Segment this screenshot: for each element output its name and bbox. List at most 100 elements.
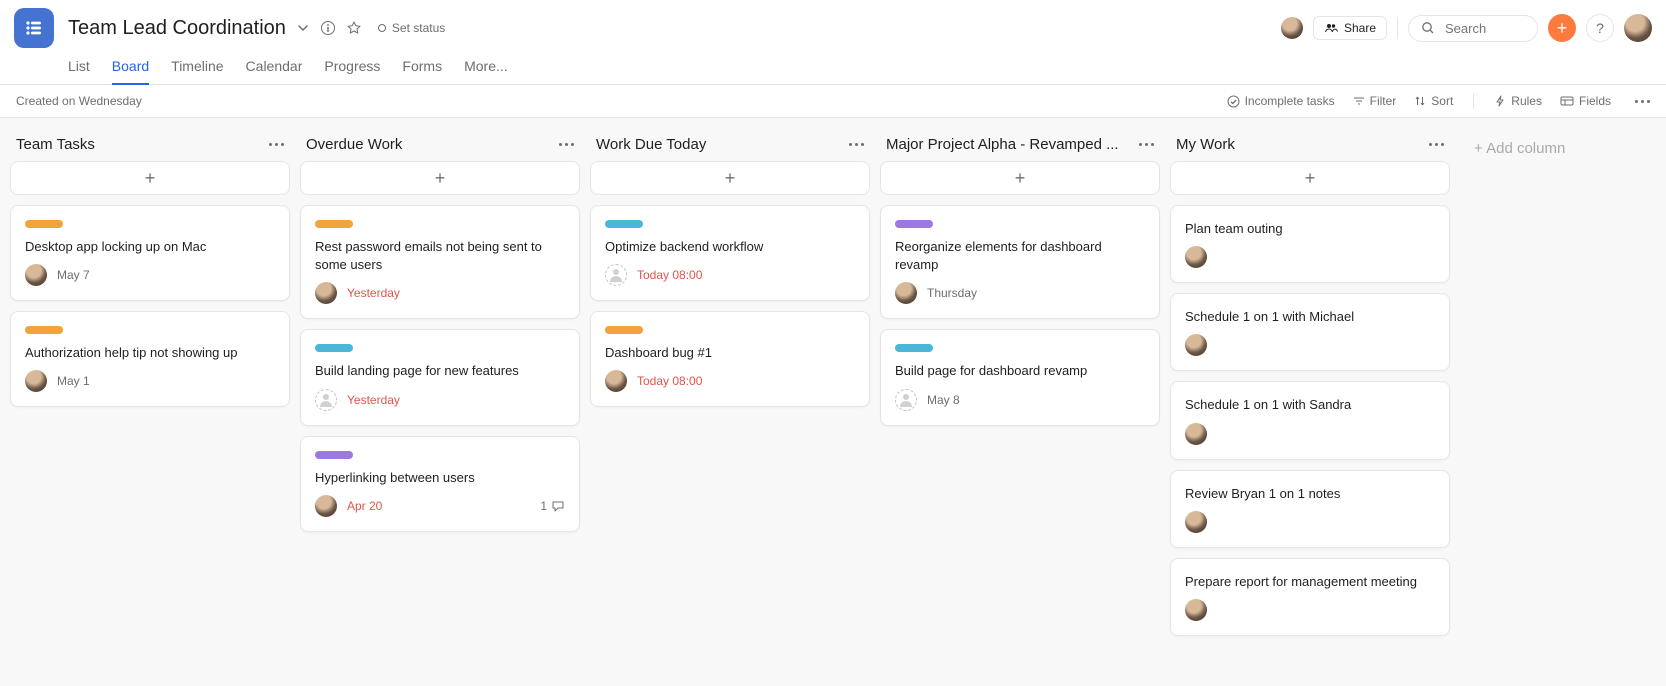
- created-label: Created on Wednesday: [16, 94, 142, 108]
- column-header: Overdue Work: [300, 130, 580, 161]
- column-title[interactable]: My Work: [1176, 136, 1429, 153]
- comment-icon: [551, 499, 565, 513]
- rules-button[interactable]: Rules: [1494, 94, 1542, 108]
- card-title: Build landing page for new features: [315, 362, 565, 380]
- card-title: Review Bryan 1 on 1 notes: [1185, 485, 1435, 503]
- card[interactable]: Build page for dashboard revamp May 8: [880, 329, 1160, 425]
- add-button[interactable]: +: [1548, 14, 1576, 42]
- tag-pill: [315, 220, 353, 228]
- member-avatar[interactable]: [1281, 17, 1303, 39]
- filter-button[interactable]: Filter: [1353, 94, 1397, 108]
- assignee-avatar[interactable]: [25, 370, 47, 392]
- column-more-button[interactable]: [269, 143, 284, 146]
- share-button[interactable]: Share: [1313, 16, 1387, 40]
- card[interactable]: Hyperlinking between usersApr 201: [300, 436, 580, 532]
- assignee-avatar[interactable]: [895, 282, 917, 304]
- assignee-avatar[interactable]: [1185, 334, 1207, 356]
- tab-list[interactable]: List: [68, 52, 90, 84]
- tab-more-[interactable]: More...: [464, 52, 508, 84]
- tab-progress[interactable]: Progress: [324, 52, 380, 84]
- assignee-avatar[interactable]: [605, 370, 627, 392]
- card-footer: Today 08:00: [605, 370, 855, 392]
- due-date: Yesterday: [347, 393, 400, 407]
- column-more-button[interactable]: [559, 143, 574, 146]
- add-card-button[interactable]: +: [10, 161, 290, 195]
- project-icon[interactable]: [14, 8, 54, 48]
- card[interactable]: Schedule 1 on 1 with Sandra: [1170, 381, 1450, 459]
- card[interactable]: Plan team outing: [1170, 205, 1450, 283]
- add-card-button[interactable]: +: [590, 161, 870, 195]
- card-footer: [1185, 423, 1435, 445]
- card[interactable]: Desktop app locking up on Mac May 7: [10, 205, 290, 301]
- card-footer: May 7: [25, 264, 275, 286]
- card[interactable]: Dashboard bug #1 Today 08:00: [590, 311, 870, 407]
- tag-pill: [895, 220, 933, 228]
- info-icon[interactable]: [320, 20, 336, 36]
- star-icon[interactable]: [346, 20, 362, 36]
- card[interactable]: Build landing page for new features Yeste…: [300, 329, 580, 425]
- search-input[interactable]: [1443, 20, 1523, 37]
- due-date: Yesterday: [347, 286, 400, 300]
- assignee-avatar[interactable]: [1185, 246, 1207, 268]
- assignee-avatar[interactable]: [315, 495, 337, 517]
- tab-board[interactable]: Board: [112, 52, 149, 84]
- incomplete-tasks-filter[interactable]: Incomplete tasks: [1227, 94, 1335, 108]
- column-title[interactable]: Team Tasks: [16, 136, 269, 153]
- card[interactable]: Prepare report for management meeting: [1170, 558, 1450, 636]
- due-date: May 8: [927, 393, 960, 407]
- column-more-button[interactable]: [1429, 143, 1444, 146]
- search-icon: [1421, 21, 1435, 35]
- card[interactable]: Optimize backend workflowToday 08:00: [590, 205, 870, 301]
- assignee-avatar[interactable]: [1185, 423, 1207, 445]
- help-button[interactable]: ?: [1586, 14, 1614, 42]
- tabs: List Board Timeline Calendar Progress Forms Mo…: [14, 52, 1652, 84]
- unassigned-icon[interactable]: [605, 264, 627, 286]
- assignee-avatar[interactable]: [25, 264, 47, 286]
- due-date: Apr 20: [347, 499, 382, 513]
- assignee-avatar[interactable]: [315, 282, 337, 304]
- set-status-label: Set status: [392, 21, 445, 35]
- column-header: My Work: [1170, 130, 1450, 161]
- fields-button[interactable]: Fields: [1560, 94, 1611, 108]
- project-title[interactable]: Team Lead Coordination: [68, 17, 286, 40]
- chevron-down-icon[interactable]: [296, 21, 310, 35]
- card-title: Build page for dashboard revamp: [895, 362, 1145, 380]
- set-status-button[interactable]: Set status: [372, 19, 451, 37]
- card[interactable]: Schedule 1 on 1 with Michael: [1170, 293, 1450, 371]
- card-footer: Yesterday: [315, 282, 565, 304]
- tab-forms[interactable]: Forms: [402, 52, 442, 84]
- card[interactable]: Authorization help tip not showing upMay…: [10, 311, 290, 407]
- add-column-button[interactable]: + Add column: [1460, 130, 1579, 167]
- tag-pill: [605, 326, 643, 334]
- due-date: Thursday: [927, 286, 977, 300]
- assignee-avatar[interactable]: [1185, 599, 1207, 621]
- column-title[interactable]: Work Due Today: [596, 136, 849, 153]
- column-title[interactable]: Major Project Alpha - Revamped ...: [886, 136, 1139, 153]
- add-card-button[interactable]: +: [880, 161, 1160, 195]
- card-title: Desktop app locking up on Mac: [25, 238, 275, 256]
- card[interactable]: Rest password emails not being sent to s…: [300, 205, 580, 319]
- column-more-button[interactable]: [849, 143, 864, 146]
- search-box[interactable]: [1408, 15, 1538, 42]
- card[interactable]: Reorganize elements for dashboard revamp…: [880, 205, 1160, 319]
- comment-count[interactable]: 1: [540, 499, 565, 513]
- add-card-button[interactable]: +: [300, 161, 580, 195]
- unassigned-icon[interactable]: [315, 389, 337, 411]
- card[interactable]: Review Bryan 1 on 1 notes: [1170, 470, 1450, 548]
- unassigned-icon[interactable]: [895, 389, 917, 411]
- column-more-button[interactable]: [1139, 143, 1154, 146]
- card-title: Dashboard bug #1: [605, 344, 855, 362]
- more-options-button[interactable]: [1635, 100, 1650, 103]
- tab-timeline[interactable]: Timeline: [171, 52, 223, 84]
- add-card-button[interactable]: +: [1170, 161, 1450, 195]
- assignee-avatar[interactable]: [1185, 511, 1207, 533]
- column: Major Project Alpha - Revamped ... + Reorg…: [880, 130, 1160, 436]
- tag-pill: [25, 326, 63, 334]
- due-date: May 7: [57, 268, 90, 282]
- column-title[interactable]: Overdue Work: [306, 136, 559, 153]
- user-avatar[interactable]: [1624, 14, 1652, 42]
- tag-pill: [605, 220, 643, 228]
- tab-calendar[interactable]: Calendar: [246, 52, 303, 84]
- card-title: Authorization help tip not showing up: [25, 344, 275, 362]
- sort-button[interactable]: Sort: [1414, 94, 1453, 108]
